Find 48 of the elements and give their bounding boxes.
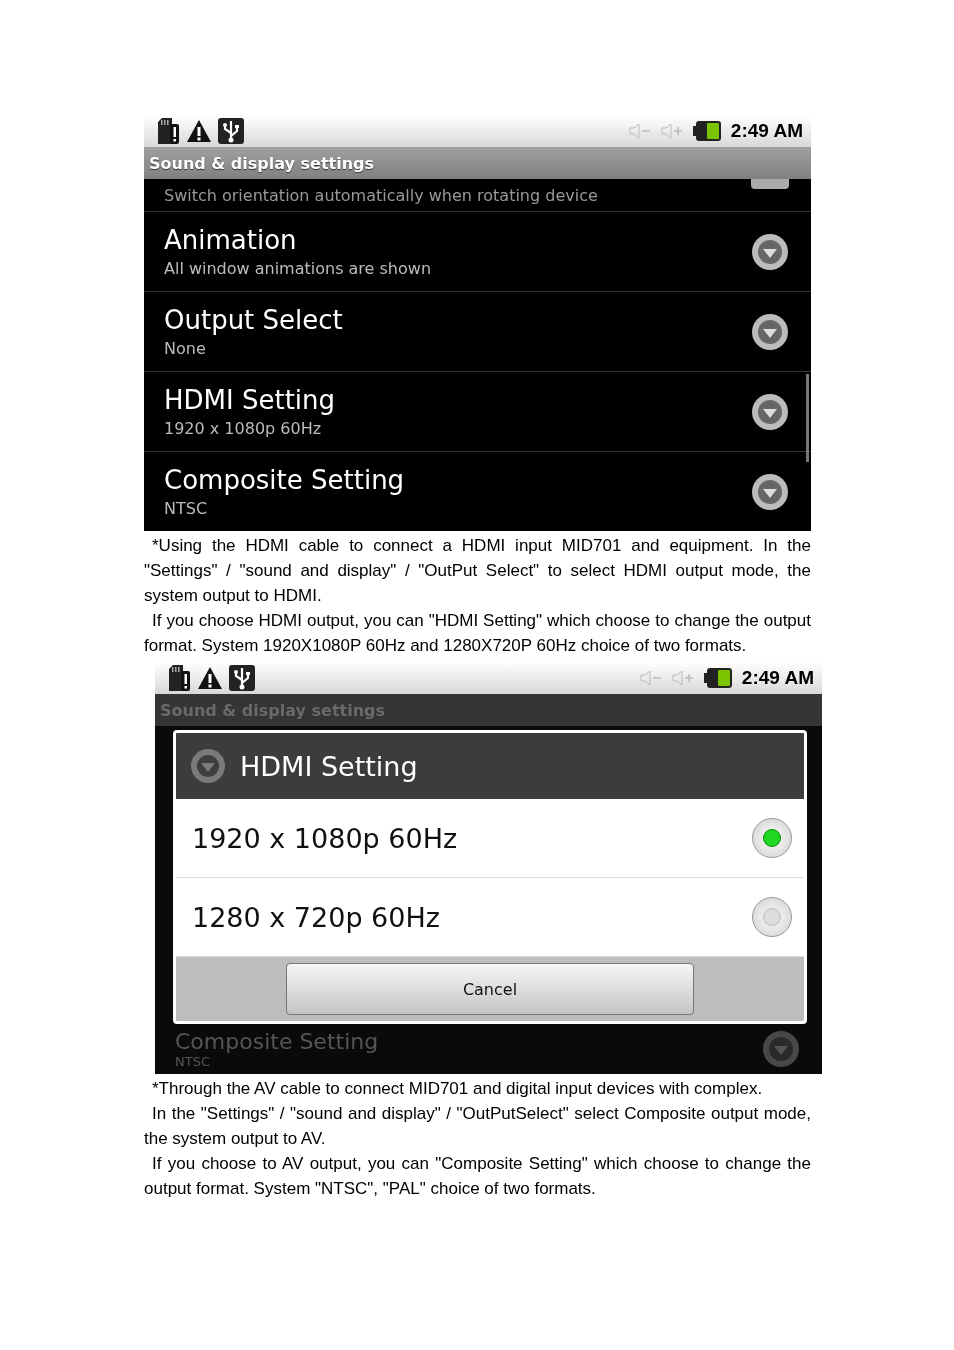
row-summary: NTSC (164, 499, 209, 518)
usb-icon (218, 118, 244, 144)
settings-row[interactable]: Switch orientation automatically when rotating device (144, 179, 811, 211)
title-bar-text: Sound & display settings (149, 153, 375, 173)
sd-card-icon (167, 665, 191, 691)
row-summary: 1920 x 1080p 60Hz (164, 419, 323, 438)
row-summary: Switch orientation automatically when rotating device (164, 186, 598, 205)
radio-button[interactable] (752, 897, 792, 937)
status-time: 2:49 AM (741, 667, 814, 689)
dropdown-icon (190, 748, 226, 784)
paragraph: If you choose to AV output, you can "Composite Setting" which choose to change the output format. System "NTSC", "PAL" choice of two formats. (144, 1153, 811, 1200)
volume-up-icon (660, 123, 683, 139)
usb-icon (229, 665, 255, 691)
option-label: 1920 x 1080p 60Hz (192, 822, 458, 854)
sd-card-icon (156, 118, 180, 144)
row-title: Output Select (164, 305, 343, 335)
battery-icon (692, 121, 721, 141)
volume-down-icon (628, 123, 651, 139)
settings-row[interactable]: Animation All window animations are shown (144, 211, 811, 291)
row-title: Composite Setting (175, 1029, 379, 1054)
warning-icon (186, 119, 212, 143)
radio-button[interactable] (752, 818, 792, 858)
row-title: HDMI Setting (164, 385, 336, 415)
dropdown-icon (751, 392, 789, 431)
row-summary: All window animations are shown (164, 259, 431, 278)
settings-row[interactable]: Output Select None (144, 291, 811, 371)
volume-up-icon (671, 670, 694, 686)
dropdown-icon (751, 472, 789, 511)
dropdown-icon (751, 312, 789, 351)
dropdown-icon (751, 232, 789, 271)
paragraph: In the "Settings" / "sound and display" / "OutPutSelect" select Composite output mode, the system output to AV. (144, 1103, 811, 1150)
settings-row[interactable]: Composite Setting NTSC (144, 451, 811, 531)
status-time: 2:49 AM (730, 120, 803, 142)
cancel-button[interactable]: Cancel (286, 963, 694, 1015)
battery-icon (703, 668, 732, 688)
paragraph: *Through the AV cable to connect MID701 and digital input devices with complex. (151, 1078, 764, 1100)
warning-icon (197, 666, 223, 690)
volume-down-icon (639, 670, 662, 686)
dialog-title: HDMI Setting (240, 750, 418, 782)
paragraph: If you choose HDMI output, you can "HDMI Setting" which choose to change the output format. System 1920X1080P 60Hz and 1280X720P 60Hz choice of two formats. (144, 610, 811, 657)
row-title: Composite Setting (164, 465, 405, 495)
checkbox[interactable] (751, 179, 789, 189)
row-summary: None (164, 339, 207, 358)
row-title: Animation (164, 225, 298, 255)
dropdown-icon (762, 1030, 800, 1068)
paragraph: *Using the HDMI cable to connect a HDMI input MID701 and equipment. In the "Settings" / "sound and display" / "OutPut Select" to select HDMI output mode, the system output to HDMI. (144, 535, 811, 607)
option-label: 1280 x 720p 60Hz (192, 901, 440, 933)
row-summary: NTSC (175, 1054, 211, 1069)
